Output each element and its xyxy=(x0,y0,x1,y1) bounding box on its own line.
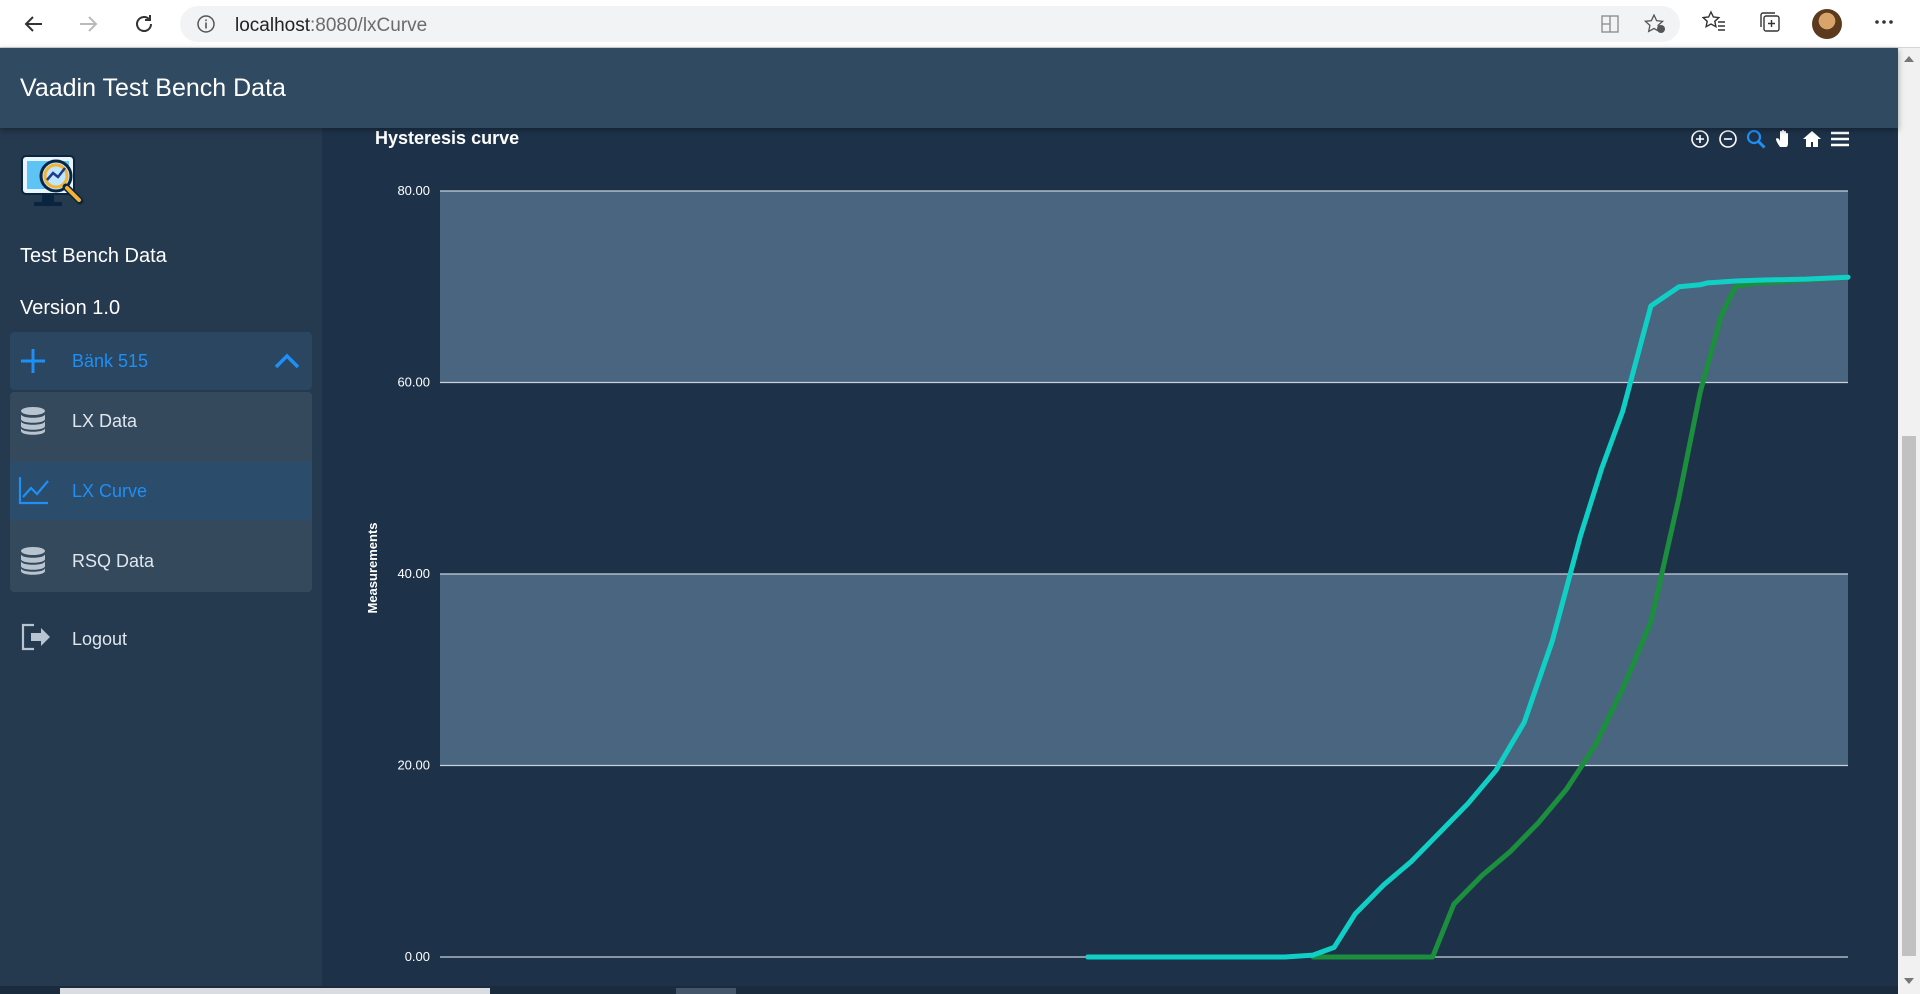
y-axis-label: Measurements xyxy=(365,522,380,613)
horizontal-scrollbar[interactable] xyxy=(0,986,1898,994)
sidebar-item-lx-data[interactable]: LX Data xyxy=(10,392,312,450)
horizontal-scrollbar-marker xyxy=(676,988,736,994)
y-tick-label: 20.00 xyxy=(397,758,430,773)
y-tick-labels: 0.00 20.00 40.00 60.00 80.00 xyxy=(397,183,430,964)
plot-band-0 xyxy=(440,574,1848,766)
sidebar-group-label: Bänk 515 xyxy=(72,351,149,371)
site-info-icon[interactable] xyxy=(196,14,216,39)
app-name-label: Test Bench Data xyxy=(20,245,167,267)
y-tick-label: 0.00 xyxy=(405,949,430,964)
horizontal-scrollbar-thumb[interactable] xyxy=(60,988,490,994)
sidebar-submenu: LX Data LX Curve RSQ Data xyxy=(10,392,312,592)
favorites-icon[interactable] xyxy=(1701,10,1726,39)
sidebar-item-lx-curve[interactable]: LX Curve xyxy=(10,462,312,520)
y-tick-label: 80.00 xyxy=(397,183,430,198)
app-logo-icon xyxy=(20,150,90,216)
chart-toolbar xyxy=(1688,128,1852,150)
url-path: :8080/lxCurve xyxy=(310,15,428,36)
app-title: Vaadin Test Bench Data xyxy=(20,74,286,102)
profile-avatar[interactable] xyxy=(1812,9,1842,39)
sidebar-item-label: LX Curve xyxy=(72,481,148,501)
chevron-up-icon[interactable] xyxy=(274,352,300,375)
page-scrollbar[interactable] xyxy=(1898,48,1920,994)
logout-label: Logout xyxy=(72,629,128,649)
chart-title: Hysteresis curve xyxy=(375,128,520,148)
reload-icon[interactable] xyxy=(128,8,160,40)
logout-icon xyxy=(20,622,52,657)
menu-icon[interactable] xyxy=(1828,128,1852,150)
logout-button[interactable]: Logout xyxy=(20,618,310,658)
scrollbar-thumb[interactable] xyxy=(1902,436,1916,956)
address-bar[interactable]: localhost:8080/lxCurve xyxy=(180,6,1680,42)
sidebar: Test Bench Data Version 1.0 Bänk 515 LX … xyxy=(0,128,322,994)
collections-icon[interactable] xyxy=(1758,10,1782,39)
y-tick-label: 40.00 xyxy=(397,566,430,581)
sidebar-item-rsq-data[interactable]: RSQ Data xyxy=(10,532,312,590)
database-icon xyxy=(20,406,46,441)
url-text[interactable]: localhost:8080/lxCurve xyxy=(235,15,427,37)
zoom-out-icon[interactable] xyxy=(1716,128,1740,150)
app-header: Vaadin Test Bench Data xyxy=(0,48,1898,128)
sidebar-item-label: LX Data xyxy=(72,411,138,431)
add-favorite-icon[interactable] xyxy=(1643,13,1666,39)
hysteresis-chart: 0.00 20.00 40.00 60.00 80.00 Measurements xyxy=(365,183,1851,964)
sidebar-item-label: RSQ Data xyxy=(72,551,155,571)
version-label: Version 1.0 xyxy=(20,297,121,319)
reset-home-icon[interactable] xyxy=(1800,128,1824,150)
zoom-in-icon[interactable] xyxy=(1688,128,1712,150)
database-icon xyxy=(20,546,46,581)
app-available-icon[interactable] xyxy=(1600,14,1620,39)
sidebar-group-bank[interactable]: Bänk 515 xyxy=(10,332,312,390)
pan-icon[interactable] xyxy=(1772,128,1796,150)
plus-icon xyxy=(20,348,46,379)
scroll-up-icon[interactable] xyxy=(1904,56,1914,62)
line-chart-icon xyxy=(18,475,50,510)
y-tick-label: 60.00 xyxy=(397,375,430,390)
back-icon[interactable] xyxy=(18,8,50,40)
forward-icon[interactable] xyxy=(72,8,104,40)
browser-toolbar: localhost:8080/lxCurve xyxy=(0,0,1920,48)
more-options-icon[interactable] xyxy=(1872,10,1896,39)
url-host: localhost xyxy=(235,15,310,36)
scroll-down-icon[interactable] xyxy=(1904,978,1914,984)
selection-zoom-icon[interactable] xyxy=(1744,128,1768,150)
plot-bands xyxy=(440,191,1848,766)
